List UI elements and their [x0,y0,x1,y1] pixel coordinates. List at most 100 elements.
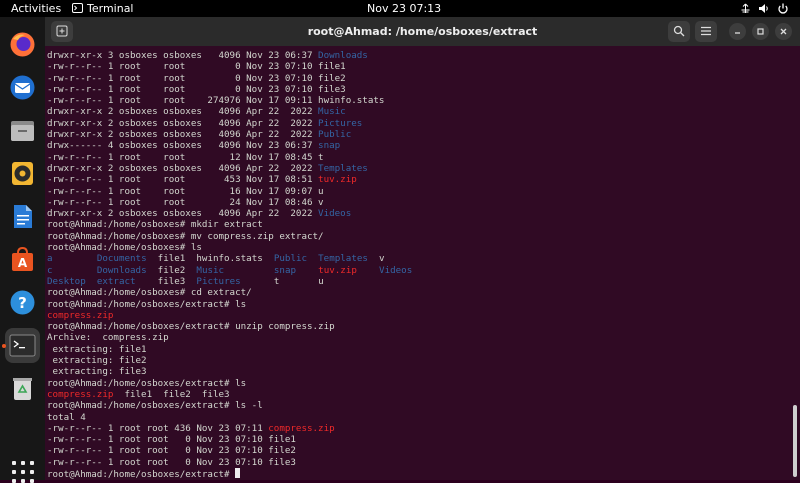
terminal-line: root@Ahmad:/home/osboxes/extract# ls [47,299,787,310]
terminal-text: -rw-r--r-- 1 root root 274976 Nov 17 09:… [47,95,385,107]
dock-trash[interactable] [5,371,40,406]
terminal-text: file1 file2 file3 [113,388,230,400]
terminal-text: -rw-r--r-- 1 root root 0 Nov 23 07:10 fi… [47,456,296,468]
power-icon [778,3,788,14]
terminal-line: -rw-r--r-- 1 root root 0 Nov 23 07:10 fi… [47,457,787,468]
terminal-text: -rw-r--r-- 1 root root 436 Nov 23 07:11 [47,422,269,434]
terminal-text: file3 [135,275,197,287]
terminal-small-icon [72,3,83,13]
terminal-line: -rw-r--r-- 1 root root 0 Nov 23 07:10 fi… [47,73,787,84]
window-titlebar[interactable]: root@Ahmad: /home/osboxes/extract [45,17,800,46]
terminal-line: -rw-r--r-- 1 root root 24 Nov 17 08:46 v [47,197,787,208]
activities-button[interactable]: Activities [11,0,61,17]
terminal-text: -rw-r--r-- 1 root root 0 Nov 23 07:10 fi… [47,61,346,73]
terminal-line: compress.zip [47,310,787,321]
terminal-filename: tuv.zip [318,264,357,276]
terminal-text: Archive: compress.zip [47,332,169,344]
terminal-filename: compress.zip [47,388,114,400]
close-button[interactable] [775,23,792,40]
terminal-filename: Music [318,106,346,118]
terminal-line: -rw-r--r-- 1 root root 0 Nov 23 07:10 fi… [47,61,787,72]
search-button[interactable] [668,21,690,42]
dock-firefox[interactable] [5,27,40,62]
dock-thunderbird[interactable] [5,70,40,105]
terminal-text: -rw-r--r-- 1 root root 12 Nov 17 08:45 t [47,151,324,163]
terminal-text: drwxr-xr-x 3 osboxes osboxes 4096 Nov 23… [47,50,319,61]
terminal-filename: Music [196,264,225,276]
terminal-line: root@Ahmad:/home/osboxes/extract# [47,467,787,480]
dock-files[interactable] [5,113,40,148]
terminal-line: extracting: file1 [47,344,787,355]
terminal-line: root@Ahmad:/home/osboxes# ls [47,242,787,253]
running-indicator [2,344,6,348]
terminal-text: drwxr-xr-x 2 osboxes osboxes 4096 Apr 22… [47,106,319,118]
terminal-line: root@Ahmad:/home/osboxes# cd extract/ [47,287,787,298]
hamburger-icon [701,26,711,36]
terminal-filename: Downloads [96,264,147,276]
terminal-text: -rw-r--r-- 1 root root 453 Nov 17 08:51 [47,174,319,186]
terminal-text: drwxr-xr-x 2 osboxes osboxes 4096 Apr 22… [47,129,319,141]
terminal-line: -rw-r--r-- 1 root root 16 Nov 17 09:07 u [47,186,787,197]
menu-button[interactable] [695,21,717,42]
minimize-button[interactable] [729,23,746,40]
terminal-text: root@Ahmad:/home/osboxes# ls [47,242,202,254]
app-name: Terminal [87,2,134,15]
terminal-text: root@Ahmad:/home/osboxes/extract# [47,468,236,480]
dock-writer[interactable] [5,199,40,234]
terminal-text: -rw-r--r-- 1 root root 0 Nov 23 07:10 fi… [47,445,296,457]
terminal-line: Desktop extract file3 Pictures t u [47,276,787,287]
terminal-line: c Downloads file2 Music snap tuv.zip Vid… [47,265,787,276]
terminal-line: -rw-r--r-- 1 root root 453 Nov 17 08:51 … [47,174,787,185]
firefox-icon [10,32,35,57]
dock-rhythmbox[interactable] [5,156,40,191]
scrollbar[interactable] [793,405,797,477]
terminal-line: root@Ahmad:/home/osboxes/extract# ls [47,378,787,389]
terminal-line: -rw-r--r-- 1 root root 12 Nov 17 08:45 t [47,152,787,163]
terminal-filename: Documents [96,253,147,265]
system-tray[interactable] [740,0,792,17]
terminal-text: drwxr-xr-x 2 osboxes osboxes 4096 Apr 22… [47,162,319,174]
terminal-filename: Downloads [318,50,368,61]
terminal-line: root@Ahmad:/home/osboxes# mv compress.zi… [47,231,787,242]
terminal-text: total 4 [47,411,86,423]
clock[interactable]: Nov 23 07:13 [367,0,457,17]
terminal-text: -rw-r--r-- 1 root root 0 Nov 23 07:10 fi… [47,434,296,446]
dock-terminal[interactable] [5,328,40,363]
top-bar: Activities Terminal Nov 23 07:13 [0,0,800,17]
terminal-text: extracting: file1 [47,343,147,355]
dock: A ? [0,17,45,483]
terminal-text: drwx------ 4 osboxes osboxes 4096 Nov 23… [47,140,319,152]
terminal-line: -rw-r--r-- 1 root root 0 Nov 23 07:10 fi… [47,84,787,95]
terminal-text: root@Ahmad:/home/osboxes/extract# ls [47,377,247,389]
software-icon: A [12,246,33,271]
maximize-button[interactable] [752,23,769,40]
terminal-text: file2 [146,264,197,276]
terminal-text: extracting: file3 [47,366,147,378]
terminal-filename: Videos [318,208,352,220]
terminal-filename: Videos [379,264,413,276]
dock-help[interactable]: ? [5,285,40,320]
terminal-line: drwxr-xr-x 3 osboxes osboxes 4096 Nov 23… [47,50,787,61]
terminal-output[interactable]: drwxr-xr-x 3 osboxes osboxes 4096 Nov 23… [47,50,787,480]
terminal-line: drwxr-xr-x 2 osboxes osboxes 4096 Apr 22… [47,118,787,129]
volume-icon [759,4,768,13]
minimize-icon [735,32,740,34]
terminal-text: root@Ahmad:/home/osboxes/extract# ls [47,298,247,310]
terminal-line: root@Ahmad:/home/osboxes/extract# unzip … [47,321,787,332]
terminal-text: -rw-r--r-- 1 root root 16 Nov 17 09:07 u [47,185,324,197]
terminal-text: root@Ahmad:/home/osboxes# cd extract/ [47,287,252,299]
thunderbird-icon [10,75,35,100]
terminal-filename: Pictures [318,117,363,129]
terminal-line: compress.zip file1 file2 file3 [47,389,787,400]
terminal-filename: snap [318,140,341,152]
dock-software[interactable]: A [5,242,40,277]
terminal-filename: Public [318,129,352,141]
terminal-line: root@Ahmad:/home/osboxes/extract# ls -l [47,400,787,411]
terminal-text: root@Ahmad:/home/osboxes/extract# ls -l [47,400,263,412]
terminal-text: file1 hwinfo.stats [146,253,274,265]
